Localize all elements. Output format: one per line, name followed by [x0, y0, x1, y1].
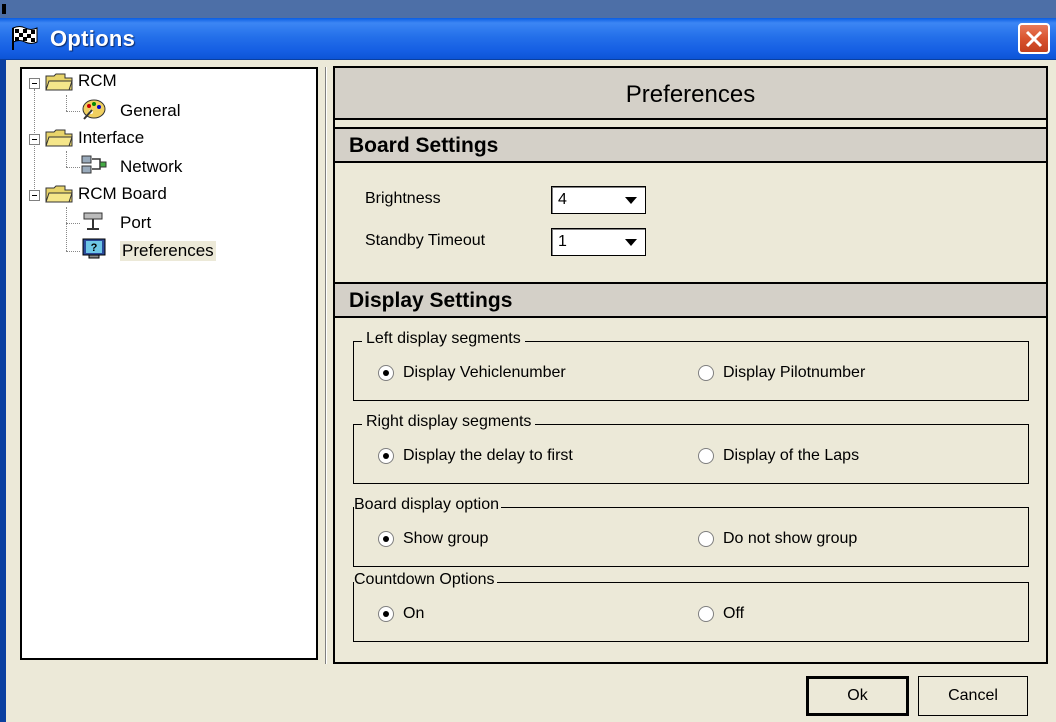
tree-item-rcm-board[interactable]: RCM Board	[78, 184, 167, 204]
tree-connector	[66, 167, 80, 168]
display-settings-title: Display Settings	[349, 289, 513, 312]
tree-item-port[interactable]: Port	[120, 213, 151, 233]
close-icon	[1025, 30, 1043, 48]
group-legend: Right display segments	[362, 413, 536, 431]
tree-connector	[66, 95, 67, 111]
right-display-segments-group: Right display segments Display the delay…	[353, 413, 1029, 484]
radio-unselected-icon[interactable]	[698, 531, 714, 547]
radio-label: Display Pilotnumber	[723, 364, 866, 381]
button-bar: Ok Cancel	[6, 664, 1056, 722]
chevron-down-icon[interactable]	[625, 239, 637, 246]
palette-icon	[82, 99, 106, 120]
left-display-segments-group: Left display segments Display Vehiclenum…	[353, 330, 1029, 401]
radio-display-pilotnumber[interactable]: Display Pilotnumber	[698, 364, 865, 382]
standby-timeout-value: 1	[558, 233, 567, 250]
tree-item-preferences[interactable]: Preferences	[120, 241, 216, 261]
folder-icon	[45, 73, 73, 91]
radio-label: Off	[723, 605, 745, 622]
tree-connector	[66, 207, 67, 251]
window-title: Options	[50, 26, 136, 51]
radio-selected-icon[interactable]	[378, 606, 394, 622]
radio-selected-icon[interactable]	[378, 448, 394, 464]
board-display-option-group: Board display option Show group Do not s…	[353, 496, 1029, 567]
board-settings-header: Board Settings	[335, 127, 1046, 163]
radio-label: Show group	[403, 530, 489, 547]
brightness-label: Brightness	[365, 190, 441, 207]
countdown-options-group: Countdown Options On Off	[353, 571, 1029, 642]
tree-expander-interface[interactable]	[29, 134, 40, 145]
ok-button[interactable]: Ok	[806, 676, 909, 716]
preferences-panel: Preferences Board Settings Brightness 4 …	[333, 66, 1048, 664]
standby-timeout-label: Standby Timeout	[365, 232, 486, 249]
tree-item-interface[interactable]: Interface	[78, 128, 144, 148]
panel-title: Preferences	[625, 81, 756, 108]
radio-countdown-off[interactable]: Off	[698, 605, 744, 623]
window-border	[0, 60, 6, 722]
radio-display-laps[interactable]: Display of the Laps	[698, 447, 859, 465]
help-monitor-icon: ?	[82, 238, 106, 259]
brightness-select[interactable]: 4	[551, 186, 646, 214]
tree-item-rcm[interactable]: RCM	[78, 71, 117, 91]
radio-display-vehiclenumber[interactable]: Display Vehiclenumber	[378, 364, 566, 382]
radio-label: Display of the Laps	[723, 447, 860, 464]
panel-splitter[interactable]	[325, 67, 327, 664]
close-button[interactable]	[1018, 23, 1050, 54]
tree-connector	[66, 251, 80, 252]
top-strip	[0, 0, 1056, 18]
radio-selected-icon[interactable]	[378, 531, 394, 547]
port-icon	[83, 212, 103, 230]
cancel-button[interactable]: Cancel	[918, 676, 1028, 716]
radio-label: On	[403, 605, 425, 622]
brightness-value: 4	[558, 191, 567, 208]
folder-icon	[45, 129, 73, 147]
radio-unselected-icon[interactable]	[698, 606, 714, 622]
radio-label: Display Vehiclenumber	[403, 364, 566, 381]
radio-selected-icon[interactable]	[378, 365, 394, 381]
radio-unselected-icon[interactable]	[698, 365, 714, 381]
group-legend: Countdown Options	[354, 571, 497, 589]
tree-expander-rcm[interactable]	[29, 78, 40, 89]
tree-connector	[66, 111, 80, 112]
panel-header: Preferences	[335, 68, 1046, 120]
standby-timeout-select[interactable]: 1	[551, 228, 646, 256]
radio-show-group[interactable]: Show group	[378, 530, 488, 548]
tree-connector	[66, 151, 67, 167]
checkered-flag-icon	[12, 26, 38, 50]
tree-expander-rcm-board[interactable]	[29, 190, 40, 201]
tree-item-general[interactable]: General	[120, 101, 180, 121]
radio-label: Do not show group	[723, 530, 858, 547]
group-legend: Left display segments	[362, 330, 525, 348]
group-legend: Board display option	[354, 496, 501, 514]
display-settings-header: Display Settings	[335, 282, 1046, 318]
tree-item-network[interactable]: Network	[120, 157, 182, 177]
chevron-down-icon[interactable]	[625, 197, 637, 204]
folder-icon	[45, 185, 73, 203]
tree-connector	[34, 89, 35, 201]
radio-countdown-on[interactable]: On	[378, 605, 424, 623]
radio-label: Display the delay to first	[403, 447, 573, 464]
svg-text:?: ?	[91, 242, 98, 254]
tree-connector	[66, 223, 80, 224]
radio-do-not-show-group[interactable]: Do not show group	[698, 530, 857, 548]
board-settings-title: Board Settings	[349, 134, 499, 157]
network-icon	[81, 155, 107, 174]
options-tree[interactable]: RCM General Interface Network RCM Board …	[20, 67, 318, 660]
radio-unselected-icon[interactable]	[698, 448, 714, 464]
title-bar[interactable]: Options	[0, 18, 1056, 60]
strip-marker	[2, 4, 6, 14]
radio-display-delay-to-first[interactable]: Display the delay to first	[378, 447, 573, 465]
